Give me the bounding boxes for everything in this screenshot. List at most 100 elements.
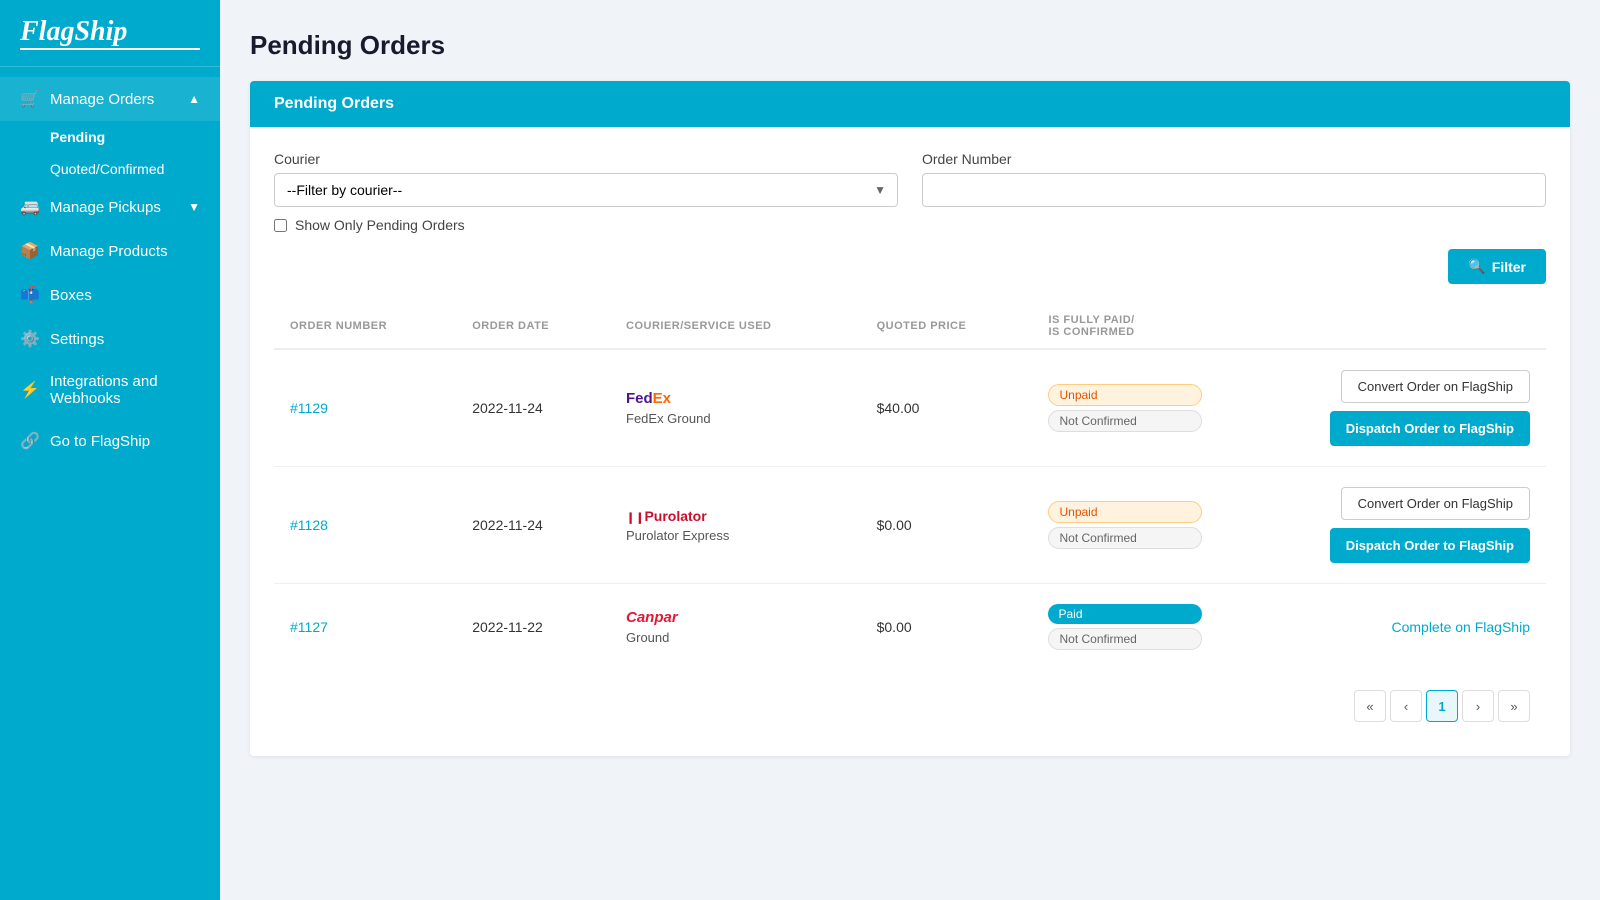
- courier-service-label: FedEx Ground: [626, 411, 845, 426]
- show-only-pending-label: Show Only Pending Orders: [295, 217, 465, 233]
- quoted-price-cell: $0.00: [861, 467, 1033, 584]
- col-courier-service: COURIER/SERVICE USED: [610, 304, 861, 349]
- actions-cell: Convert Order on FlagShip Dispatch Order…: [1218, 467, 1546, 584]
- manage-products-icon: 📦: [20, 241, 40, 261]
- courier-cell: FedEx FedEx Ground: [610, 349, 861, 467]
- sidebar-item-manage-products[interactable]: 📦 Manage Products: [0, 229, 220, 273]
- sidebar-label-boxes: Boxes: [50, 287, 92, 304]
- pagination-first-button[interactable]: «: [1354, 690, 1386, 722]
- order-number-cell: #1127: [274, 584, 456, 671]
- courier-cell: ❙❙Purolator Purolator Express: [610, 467, 861, 584]
- confirmed-badge: Not Confirmed: [1048, 628, 1201, 650]
- table-row: #1129 2022-11-24 FedEx FedEx Ground: [274, 349, 1546, 467]
- col-quoted-price: QUOTED PRICE: [861, 304, 1033, 349]
- sidebar-label-integrations: Integrations and Webhooks: [50, 373, 200, 407]
- sidebar-item-integrations-webhooks[interactable]: ⚡ Integrations and Webhooks: [0, 361, 220, 419]
- order-number-cell: #1128: [274, 467, 456, 584]
- dispatch-order-button-1128[interactable]: Dispatch Order to FlagShip: [1330, 528, 1530, 563]
- sidebar-item-quoted-confirmed[interactable]: Quoted/Confirmed: [0, 153, 220, 185]
- main-content: Pending Orders Pending Orders Courier --…: [220, 0, 1600, 900]
- paid-badge: Unpaid: [1048, 384, 1201, 406]
- sidebar-label-go-to-flagship: Go to FlagShip: [50, 433, 150, 450]
- sidebar-label-manage-pickups: Manage Pickups: [50, 199, 161, 216]
- order-number-label: Order Number: [922, 151, 1546, 167]
- col-is-paid-confirmed: IS FULLY PAID/IS CONFIRMED: [1032, 304, 1217, 349]
- settings-icon: ⚙️: [20, 329, 40, 349]
- card-header: Pending Orders: [250, 81, 1570, 127]
- payment-status-cell: Paid Not Confirmed: [1032, 584, 1217, 671]
- confirmed-badge: Not Confirmed: [1048, 527, 1201, 549]
- chevron-up-icon: ▲: [188, 92, 200, 106]
- table-body: #1129 2022-11-24 FedEx FedEx Ground: [274, 349, 1546, 670]
- col-order-number: ORDER NUMBER: [274, 304, 456, 349]
- courier-select-wrapper: --Filter by courier-- FedEx Purolator Ca…: [274, 173, 898, 207]
- boxes-icon: 📫: [20, 285, 40, 305]
- go-to-flagship-icon: 🔗: [20, 431, 40, 451]
- order-date-cell: 2022-11-24: [456, 349, 610, 467]
- filter-btn-row: 🔍 Filter: [274, 249, 1546, 284]
- orders-table: ORDER NUMBER ORDER DATE COURIER/SERVICE …: [274, 304, 1546, 670]
- pagination-next-button[interactable]: ›: [1462, 690, 1494, 722]
- pagination: « ‹ 1 › »: [274, 670, 1546, 732]
- order-link-1129[interactable]: #1129: [290, 400, 328, 416]
- table-row: #1128 2022-11-24 ❙❙Purolator Purolator E…: [274, 467, 1546, 584]
- integrations-icon: ⚡: [20, 380, 40, 400]
- dispatch-order-button-1129[interactable]: Dispatch Order to FlagShip: [1330, 411, 1530, 446]
- sidebar: FlagShip 🛒 Manage Orders ▲ Pending Quote…: [0, 0, 220, 900]
- pagination-current-button[interactable]: 1: [1426, 690, 1458, 722]
- courier-service-label: Purolator Express: [626, 528, 845, 543]
- convert-order-button-1128[interactable]: Convert Order on FlagShip: [1341, 487, 1530, 520]
- action-cell: Convert Order on FlagShip Dispatch Order…: [1234, 370, 1530, 446]
- pagination-last-button[interactable]: »: [1498, 690, 1530, 722]
- filter-button[interactable]: 🔍 Filter: [1448, 249, 1546, 284]
- sidebar-item-pending[interactable]: Pending: [0, 121, 220, 153]
- fedex-logo: FedEx: [626, 390, 845, 407]
- table-row: #1127 2022-11-22 Canpar Ground $0.00: [274, 584, 1546, 671]
- paid-badge: Unpaid: [1048, 501, 1201, 523]
- sidebar-item-settings[interactable]: ⚙️ Settings: [0, 317, 220, 361]
- courier-select[interactable]: --Filter by courier-- FedEx Purolator Ca…: [274, 173, 898, 207]
- courier-info: FedEx FedEx Ground: [626, 390, 845, 426]
- badge-group: Unpaid Not Confirmed: [1048, 384, 1201, 432]
- order-number-cell: #1129: [274, 349, 456, 467]
- sidebar-label-manage-orders: Manage Orders: [50, 91, 154, 108]
- pending-orders-card: Pending Orders Courier --Filter by couri…: [250, 81, 1570, 756]
- quoted-price-cell: $40.00: [861, 349, 1033, 467]
- complete-on-flagship-button-1127[interactable]: Complete on FlagShip: [1391, 619, 1530, 635]
- canpar-logo: Canpar: [626, 609, 845, 626]
- manage-pickups-icon: 🚐: [20, 197, 40, 217]
- show-only-pending-checkbox[interactable]: [274, 219, 287, 232]
- courier-info: ❙❙Purolator Purolator Express: [626, 508, 845, 543]
- order-link-1128[interactable]: #1128: [290, 517, 328, 533]
- action-cell: Convert Order on FlagShip Dispatch Order…: [1234, 487, 1530, 563]
- action-cell: Complete on FlagShip: [1234, 619, 1530, 635]
- sidebar-label-quoted-confirmed: Quoted/Confirmed: [50, 161, 164, 177]
- sidebar-label-pending: Pending: [50, 129, 105, 145]
- courier-service-label: Ground: [626, 630, 845, 645]
- search-icon: 🔍: [1468, 258, 1485, 275]
- courier-label: Courier: [274, 151, 898, 167]
- sidebar-label-settings: Settings: [50, 331, 104, 348]
- payment-status-cell: Unpaid Not Confirmed: [1032, 467, 1217, 584]
- sidebar-item-boxes[interactable]: 📫 Boxes: [0, 273, 220, 317]
- chevron-down-icon: ▼: [188, 200, 200, 214]
- col-order-date: ORDER DATE: [456, 304, 610, 349]
- actions-cell: Convert Order on FlagShip Dispatch Order…: [1218, 349, 1546, 467]
- page-title: Pending Orders: [250, 30, 1570, 61]
- payment-status-cell: Unpaid Not Confirmed: [1032, 349, 1217, 467]
- courier-info: Canpar Ground: [626, 609, 845, 645]
- sidebar-item-manage-orders[interactable]: 🛒 Manage Orders ▲: [0, 77, 220, 121]
- convert-order-button-1129[interactable]: Convert Order on FlagShip: [1341, 370, 1530, 403]
- order-link-1127[interactable]: #1127: [290, 619, 328, 635]
- badge-group: Paid Not Confirmed: [1048, 604, 1201, 650]
- filter-row: Courier --Filter by courier-- FedEx Puro…: [274, 151, 1546, 207]
- order-number-input[interactable]: [922, 173, 1546, 207]
- purolator-logo: ❙❙Purolator: [626, 508, 845, 524]
- confirmed-badge: Not Confirmed: [1048, 410, 1201, 432]
- manage-orders-icon: 🛒: [20, 89, 40, 109]
- pagination-prev-button[interactable]: ‹: [1390, 690, 1422, 722]
- sidebar-item-manage-pickups[interactable]: 🚐 Manage Pickups ▼: [0, 185, 220, 229]
- order-date-cell: 2022-11-22: [456, 584, 610, 671]
- paid-badge: Paid: [1048, 604, 1201, 624]
- sidebar-item-go-to-flagship[interactable]: 🔗 Go to FlagShip: [0, 419, 220, 463]
